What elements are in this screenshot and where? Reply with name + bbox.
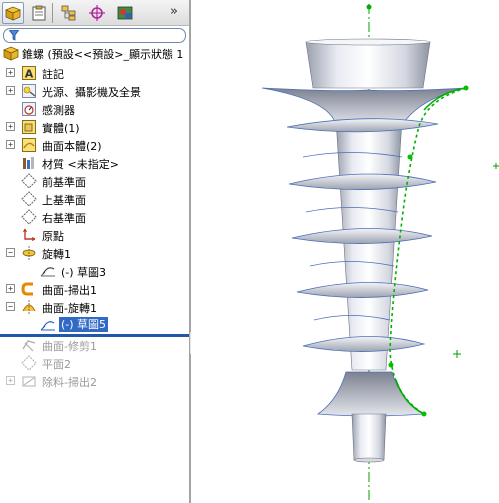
tree-item-sketch5[interactable]: (-) 草圖5: [0, 316, 189, 334]
collapse-toggle[interactable]: −: [6, 248, 15, 257]
tree-item-label: 曲面-修剪1: [42, 340, 97, 353]
screw-head: [305, 41, 431, 89]
tree-item-label: 除料-掃出2: [42, 376, 97, 389]
tree-item-label: 上基準面: [42, 194, 86, 207]
tree-item-label: 右基準面: [42, 212, 86, 225]
configuration-manager-tab[interactable]: [58, 2, 80, 24]
axis-endpoint: [366, 4, 372, 10]
graphics-area[interactable]: [191, 0, 499, 503]
material-icon: [23, 157, 34, 169]
plane-icon: [21, 355, 37, 371]
property-manager-icon: [32, 5, 46, 21]
manager-tab-bar: »: [0, 0, 189, 26]
configuration-manager-icon: [61, 5, 76, 21]
tree-item-material[interactable]: 材質 <未指定>: [0, 154, 189, 172]
solid-bodies-icon: [22, 120, 36, 134]
surface-bodies-icon: [22, 138, 36, 152]
surface-trim-icon: [22, 340, 36, 352]
tree-item-label: 曲面本體(2): [42, 140, 102, 153]
expand-toggle[interactable]: +: [6, 140, 15, 149]
tree-item-label: 曲面-掃出1: [42, 284, 97, 297]
plane-icon: [21, 173, 37, 189]
tree-item-plane2[interactable]: 平面2: [0, 354, 189, 372]
tree-item-label: 註記: [42, 68, 64, 81]
tree-item-surface-sweep1[interactable]: + 曲面-掃出1: [0, 280, 189, 298]
tree-item-label: 曲面-旋轉1: [42, 302, 97, 315]
tree-item-surface-bodies[interactable]: + 曲面本體(2): [0, 136, 189, 154]
bottom-flare: [316, 371, 426, 417]
model-view: [261, 4, 499, 503]
screw-tip: [351, 413, 387, 461]
tree-item-label: 旋轉1: [42, 248, 71, 261]
tree-item-sketch3[interactable]: (-) 草圖3: [0, 262, 189, 280]
tree-item-front-plane[interactable]: 前基準面: [0, 172, 189, 190]
feature-manager-icon: [4, 6, 22, 21]
tree-root[interactable]: 錐螺 (預設<<預設>_顯示狀態 1: [0, 44, 189, 62]
tree-root-label: 錐螺 (預設<<預設>_顯示狀態 1: [22, 48, 184, 61]
sketch-icon: [40, 321, 55, 331]
tree-item-label: 實體(1): [42, 122, 80, 135]
dimxpert-tab[interactable]: [86, 2, 108, 24]
tree-item-label: 光源、攝影機及全景: [42, 86, 141, 99]
tree-item-right-plane[interactable]: 右基準面: [0, 208, 189, 226]
tree-item-annotations[interactable]: + A 註記: [0, 64, 189, 82]
sketch-profile[interactable]: [389, 87, 467, 415]
tree-item-label: 材質 <未指定>: [42, 158, 119, 171]
expand-toggle[interactable]: +: [6, 86, 15, 95]
tree-item-sensors[interactable]: 感測器: [0, 100, 189, 118]
tree-item-cut-sweep2[interactable]: + 除料-掃出2: [0, 372, 189, 390]
more-tabs-chevron[interactable]: »: [170, 4, 178, 19]
feature-manager-panel: » 錐螺 (預設<<預設>_顯示狀態 1 + A 註記 + 光源、攝影機及全景 …: [0, 0, 189, 503]
origin-icon: [23, 228, 36, 241]
expand-toggle[interactable]: +: [6, 376, 15, 385]
cut-sweep-icon: [22, 376, 36, 387]
tree-item-origin[interactable]: 原點: [0, 226, 189, 244]
lights-cameras-icon: [22, 84, 36, 98]
part-icon: [3, 46, 19, 61]
tree-item-solid-bodies[interactable]: + 實體(1): [0, 118, 189, 136]
property-manager-tab[interactable]: [28, 2, 50, 24]
tree-item-lights-cameras[interactable]: + 光源、攝影機及全景: [0, 82, 189, 100]
tree-item-label-selected: (-) 草圖5: [59, 317, 109, 332]
annotations-icon: A: [22, 66, 36, 81]
rollback-bar[interactable]: [0, 334, 189, 337]
screw-core: [335, 119, 403, 371]
dimxpert-icon: [89, 5, 105, 21]
feature-manager-tab[interactable]: [2, 2, 24, 24]
tree-item-surface-revolve1[interactable]: − 曲面-旋轉1: [0, 298, 189, 316]
revolve-icon: [22, 246, 36, 260]
tree-item-label: 前基準面: [42, 176, 86, 189]
tree-item-top-plane[interactable]: 上基準面: [0, 190, 189, 208]
tree-item-label: 感測器: [42, 104, 75, 117]
sketch-icon: [40, 267, 55, 277]
expand-toggle[interactable]: +: [6, 284, 15, 293]
display-manager-tab[interactable]: [114, 2, 136, 24]
filter-icon: [9, 30, 19, 41]
collapse-toggle[interactable]: −: [6, 302, 15, 311]
tree-item-label: 原點: [42, 230, 64, 243]
surface-sweep-icon: [21, 282, 33, 296]
tree-filter-input[interactable]: [3, 28, 186, 43]
expand-toggle[interactable]: +: [6, 122, 15, 131]
plane-icon: [21, 209, 37, 225]
sensors-icon: [22, 102, 36, 116]
svg-text:A: A: [25, 68, 34, 81]
tree-item-surface-trim1[interactable]: 曲面-修剪1: [0, 336, 189, 354]
sketch-markers: [453, 163, 499, 358]
display-manager-icon: [117, 6, 133, 20]
surface-revolve-icon: [22, 300, 36, 314]
plane-icon: [21, 191, 37, 207]
tree-item-revolve1[interactable]: − 旋轉1: [0, 244, 189, 262]
tree-item-label: 平面2: [42, 358, 71, 371]
tree-item-label: (-) 草圖3: [61, 266, 107, 279]
expand-toggle[interactable]: +: [6, 68, 15, 77]
